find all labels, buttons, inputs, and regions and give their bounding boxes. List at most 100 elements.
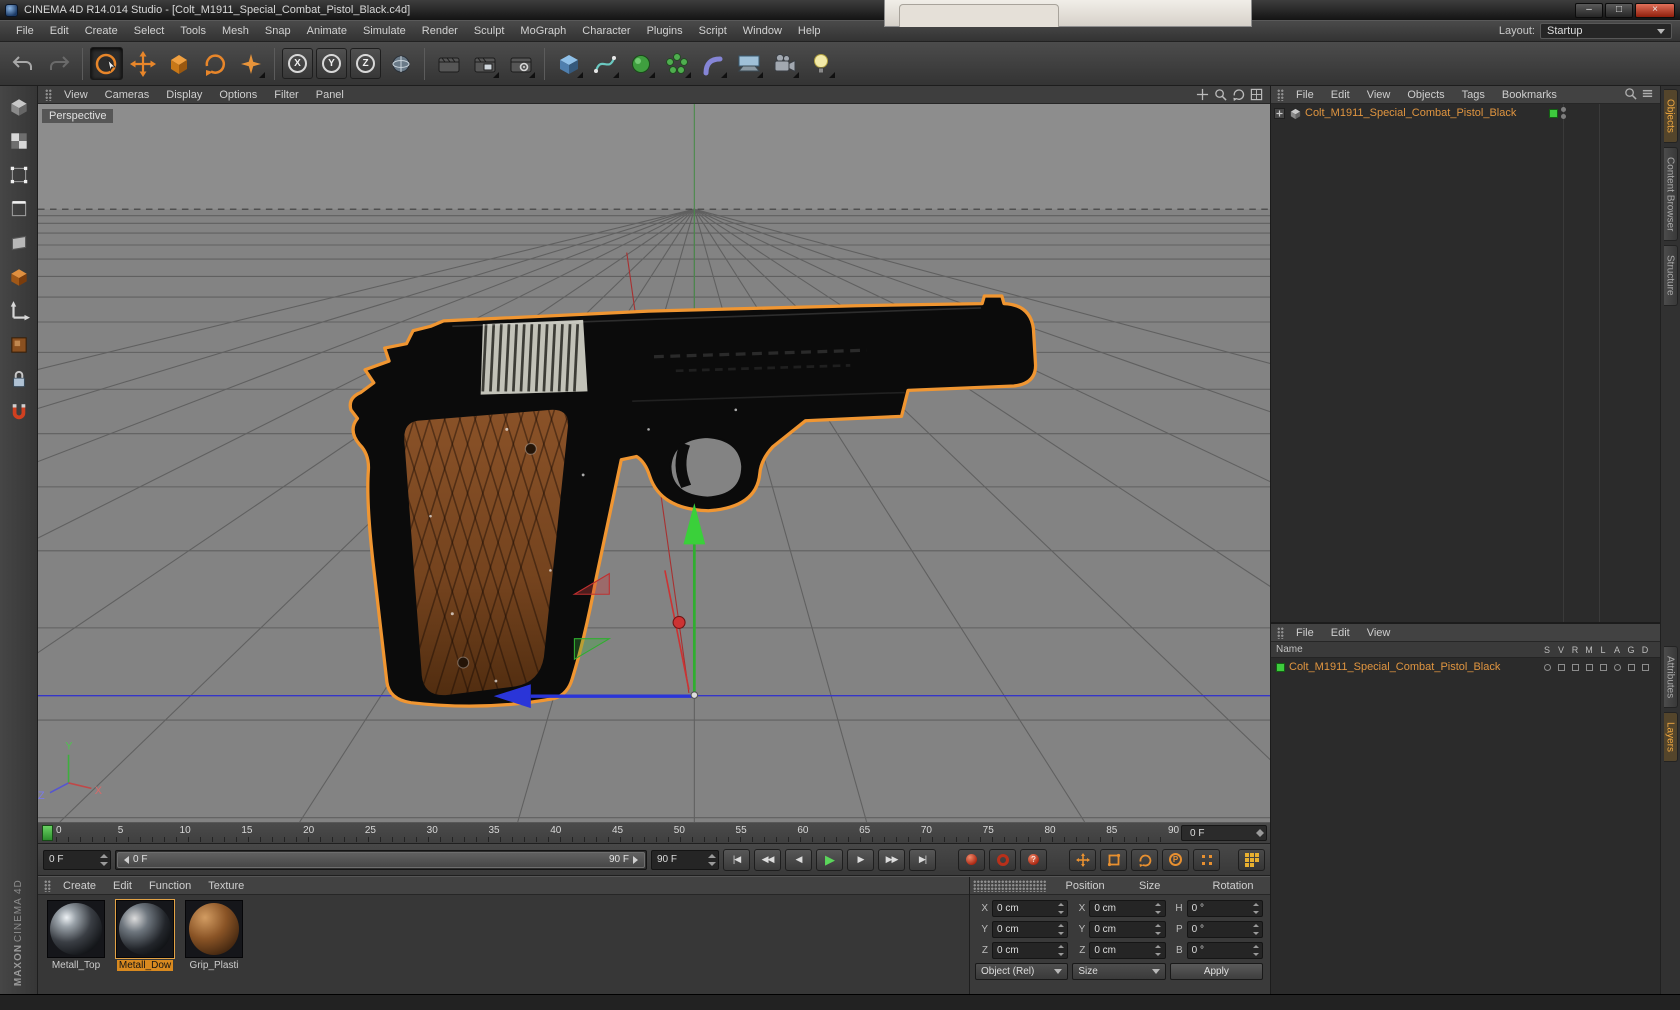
ruler-tick-label[interactable]: 65 — [859, 825, 870, 836]
next-frame-button[interactable]: ▶ — [847, 848, 874, 871]
spinner-icon[interactable] — [1056, 945, 1065, 956]
ruler-tick-label[interactable]: 35 — [488, 825, 499, 836]
ruler-tick-label[interactable]: 70 — [921, 825, 932, 836]
scale-tool-button[interactable] — [162, 47, 195, 80]
ruler-tick-label[interactable]: 45 — [612, 825, 623, 836]
object-row[interactable]: Colt_M1911_Special_Combat_Pistol_Black — [1271, 104, 1660, 122]
menu-simulate[interactable]: Simulate — [355, 23, 414, 39]
recent-tool-button[interactable] — [234, 47, 267, 80]
menu-script[interactable]: Script — [691, 23, 735, 39]
column-s[interactable]: S — [1540, 645, 1554, 655]
position-key-toggle[interactable] — [1069, 848, 1096, 871]
panel-grip[interactable] — [1277, 88, 1284, 101]
add-spline-button[interactable] — [588, 47, 621, 80]
view-rotate-icon[interactable] — [1231, 88, 1246, 102]
viewport-menu-panel[interactable]: Panel — [308, 88, 352, 102]
model-mode-button[interactable] — [4, 126, 34, 156]
layer-toggle-render[interactable] — [1568, 663, 1582, 671]
layer-toggle-solo[interactable] — [1540, 663, 1554, 671]
keyframe-selection-button[interactable]: ? — [1020, 848, 1047, 871]
menu-create[interactable]: Create — [77, 23, 126, 39]
axis-lock-x-button[interactable]: X — [282, 48, 313, 79]
viewport-view-label[interactable]: Perspective — [42, 109, 114, 123]
layer-toggle-view[interactable] — [1554, 663, 1568, 671]
lm-menu-file[interactable]: File — [1288, 626, 1322, 640]
panel-grip[interactable] — [45, 88, 52, 101]
viewport-menu-filter[interactable]: Filter — [266, 88, 306, 102]
size-x-field[interactable]: 0 cm — [1089, 900, 1166, 917]
panel-grip[interactable] — [1277, 626, 1284, 639]
ruler-tick-label[interactable]: 0 — [56, 825, 62, 836]
view-toggle-icon[interactable] — [1249, 88, 1264, 102]
tab-attributes[interactable]: Attributes — [1663, 645, 1678, 708]
workplane-mode-button[interactable] — [4, 364, 34, 394]
column-g[interactable]: G — [1624, 645, 1638, 655]
ruler-tick-label[interactable]: 5 — [118, 825, 124, 836]
material-item[interactable]: Grip_Plasti — [183, 900, 245, 971]
record-button[interactable] — [958, 848, 985, 871]
prev-key-button[interactable]: ◀◀ — [754, 848, 781, 871]
rot-p-field[interactable]: 0 ° — [1186, 921, 1263, 938]
menu-file[interactable]: File — [8, 23, 42, 39]
tab-structure[interactable]: Structure — [1663, 245, 1678, 306]
add-cube-button[interactable] — [552, 47, 585, 80]
layer-toggle-lock[interactable] — [1596, 663, 1610, 671]
om-menu-objects[interactable]: Objects — [1399, 88, 1452, 102]
viewport-menu-view[interactable]: View — [56, 88, 96, 102]
add-light-button[interactable] — [804, 47, 837, 80]
timeline-range-bar[interactable]: 0 F 90 F — [117, 851, 645, 868]
visibility-dots-icon[interactable] — [1561, 107, 1566, 119]
layout-select[interactable]: Startup — [1540, 23, 1672, 39]
ruler-current-frame-field[interactable]: 0 F — [1181, 825, 1267, 841]
lm-menu-edit[interactable]: Edit — [1323, 626, 1358, 640]
material-menu-create[interactable]: Create — [55, 879, 104, 893]
gizmo-origin[interactable] — [690, 691, 699, 699]
title-bar[interactable]: CINEMA 4D R14.014 Studio - [Colt_M1911_S… — [0, 0, 1680, 20]
edges-mode-button[interactable] — [4, 194, 34, 224]
panel-grip[interactable] — [44, 879, 51, 892]
ruler-tick-label[interactable]: 90 — [1168, 825, 1179, 836]
material-thumbnail[interactable] — [115, 899, 175, 959]
next-key-button[interactable]: ▶▶ — [878, 848, 905, 871]
name-column-header[interactable]: Name — [1276, 644, 1303, 655]
ruler-tick-label[interactable]: 10 — [180, 825, 191, 836]
panel-menu-icon[interactable] — [1641, 87, 1654, 103]
material-menu-function[interactable]: Function — [141, 879, 199, 893]
play-button[interactable]: ▶ — [816, 848, 843, 871]
autokeying-button[interactable] — [989, 848, 1016, 871]
size-mode-dropdown[interactable]: Size — [1072, 963, 1166, 980]
spinner-icon[interactable] — [1154, 924, 1163, 935]
ruler-tick-label[interactable]: 80 — [1044, 825, 1055, 836]
points-mode-button[interactable] — [4, 160, 34, 190]
ruler-tick-label[interactable]: 15 — [241, 825, 252, 836]
layer-color-chip[interactable] — [1549, 108, 1558, 118]
axis-lock-y-button[interactable]: Y — [316, 48, 347, 79]
object-name[interactable]: Colt_M1911_Special_Combat_Pistol_Black — [1305, 107, 1516, 119]
panel-grip[interactable] — [973, 879, 1047, 892]
object-mode-dropdown[interactable]: Object (Rel) — [975, 963, 1069, 980]
close-button[interactable]: × — [1635, 2, 1675, 18]
menu-snap[interactable]: Snap — [257, 23, 299, 39]
layer-list[interactable]: Colt_M1911_Special_Combat_Pistol_Black — [1271, 658, 1660, 994]
material-thumbnail[interactable] — [47, 900, 105, 958]
render-picture-viewer-button[interactable] — [468, 47, 501, 80]
layer-toggle-manager[interactable] — [1582, 663, 1596, 671]
material-name[interactable]: Metall_Top — [50, 960, 102, 971]
material-thumbnail[interactable] — [185, 900, 243, 958]
minimize-button[interactable]: – — [1575, 2, 1603, 18]
spinner-icon[interactable] — [1251, 924, 1260, 935]
rotation-key-toggle[interactable] — [1131, 848, 1158, 871]
column-d[interactable]: D — [1638, 645, 1652, 655]
spinner-icon[interactable] — [1056, 903, 1065, 914]
object-axis-button[interactable] — [4, 262, 34, 292]
column-v[interactable]: V — [1554, 645, 1568, 655]
om-menu-view[interactable]: View — [1359, 88, 1399, 102]
add-deformer-button[interactable] — [696, 47, 729, 80]
timeline-range-track[interactable]: 0 F 90 F — [115, 849, 647, 870]
column-r[interactable]: R — [1568, 645, 1582, 655]
spinner-icon[interactable] — [1255, 829, 1264, 837]
menu-sculpt[interactable]: Sculpt — [466, 23, 513, 39]
add-mograph-button[interactable] — [660, 47, 693, 80]
spinner-icon[interactable] — [1154, 945, 1163, 956]
om-menu-file[interactable]: File — [1288, 88, 1322, 102]
